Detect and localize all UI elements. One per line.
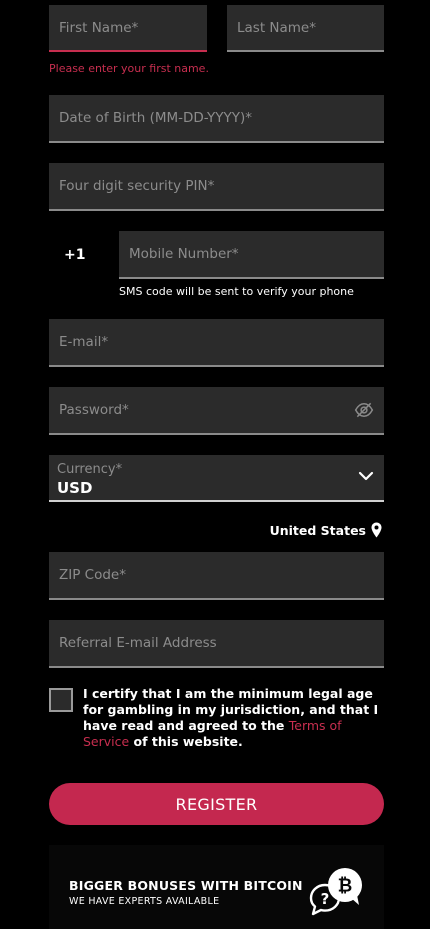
phone-country-code: +1	[64, 247, 86, 263]
age-certify-text: I certify that I am the minimum legal ag…	[83, 686, 383, 750]
promo-title: BIGGER BONUSES WITH BITCOIN	[69, 878, 303, 893]
sms-note: SMS code will be sent to verify your pho…	[119, 285, 354, 298]
password-field[interactable]: Password*	[49, 387, 384, 435]
svg-text:?: ?	[321, 890, 330, 908]
pin-field[interactable]: Four digit security PIN*	[49, 163, 384, 211]
mobile-number-field[interactable]: Mobile Number*	[119, 231, 384, 279]
referral-email-field[interactable]: Referral E-mail Address	[49, 620, 384, 668]
email-field[interactable]: E-mail*	[49, 319, 384, 367]
bitcoin-question-chat-icon: ? ₿	[309, 868, 362, 916]
first-name-error: Please enter your first name.	[49, 62, 209, 75]
eye-slash-icon[interactable]	[354, 400, 374, 420]
referral-email-placeholder: Referral E-mail Address	[59, 635, 217, 651]
first-name-field[interactable]: First Name*	[49, 5, 207, 52]
certify-text-end: of this website.	[129, 734, 243, 749]
age-certify-checkbox[interactable]	[49, 688, 73, 712]
zip-code-placeholder: ZIP Code*	[59, 567, 126, 583]
password-placeholder: Password*	[59, 402, 129, 418]
promo-subtitle: WE HAVE EXPERTS AVAILABLE	[69, 896, 220, 907]
country-location[interactable]: United States	[270, 522, 382, 538]
svg-text:₿: ₿	[338, 876, 353, 897]
country-label: United States	[269, 522, 366, 538]
map-pin-icon	[371, 522, 382, 538]
pin-placeholder: Four digit security PIN*	[59, 178, 215, 194]
zip-code-field[interactable]: ZIP Code*	[49, 552, 384, 600]
dob-field[interactable]: Date of Birth (MM-DD-YYYY)*	[49, 95, 384, 143]
currency-select[interactable]: Currency* USD	[49, 455, 384, 502]
last-name-field[interactable]: Last Name*	[227, 5, 384, 52]
email-placeholder: E-mail*	[59, 334, 109, 350]
mobile-number-placeholder: Mobile Number*	[129, 246, 239, 262]
dob-placeholder: Date of Birth (MM-DD-YYYY)*	[59, 110, 253, 126]
register-button[interactable]: REGISTER	[49, 783, 384, 825]
last-name-placeholder: Last Name*	[237, 19, 316, 36]
currency-value: USD	[57, 479, 93, 497]
currency-label: Currency*	[57, 462, 123, 477]
bitcoin-promo-banner[interactable]: BIGGER BONUSES WITH BITCOIN WE HAVE EXPE…	[49, 845, 384, 929]
first-name-placeholder: First Name*	[59, 19, 139, 36]
chevron-down-icon	[358, 471, 374, 481]
